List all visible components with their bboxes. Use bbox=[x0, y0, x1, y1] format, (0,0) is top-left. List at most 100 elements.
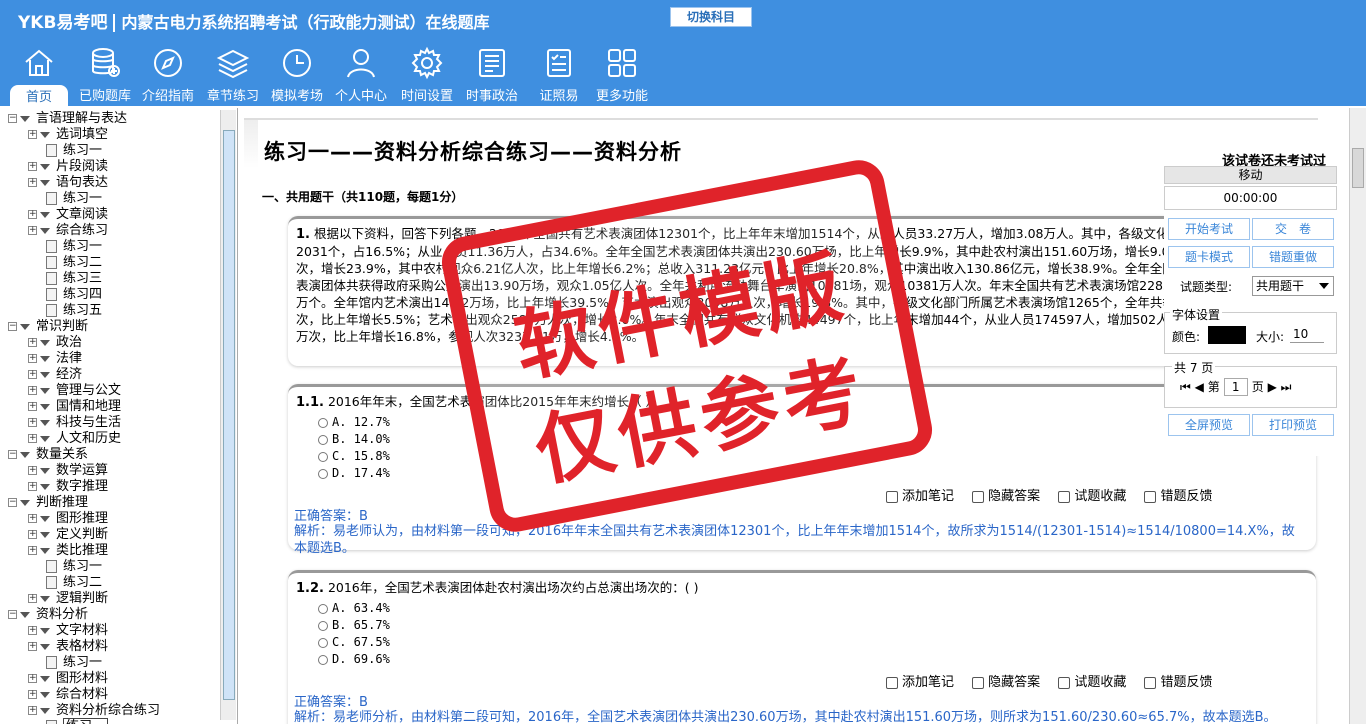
tree-node[interactable]: + 文章阅读 bbox=[28, 207, 108, 223]
tree-node[interactable]: + 语句表达 bbox=[28, 175, 108, 191]
tree-node[interactable]: + 数字推理 bbox=[28, 479, 108, 495]
expand-toggle-icon[interactable]: + bbox=[28, 338, 37, 347]
nav-time-settings[interactable]: 时间设置 bbox=[396, 46, 458, 104]
expand-toggle-icon[interactable]: + bbox=[28, 402, 37, 411]
tree-leaf[interactable]: 练习一 bbox=[46, 191, 102, 207]
option-d[interactable]: D. 69.6% bbox=[318, 652, 390, 666]
expand-toggle-icon[interactable]: + bbox=[28, 594, 37, 603]
hide-answer-button[interactable]: 隐藏答案 bbox=[972, 489, 1040, 504]
expand-toggle-icon[interactable]: + bbox=[28, 514, 37, 523]
option-a[interactable]: A. 12.7% bbox=[318, 415, 390, 429]
expand-toggle-icon[interactable]: + bbox=[28, 226, 37, 235]
tree-leaf[interactable]: 练习三 bbox=[46, 271, 102, 287]
nav-purchased[interactable]: 已购题库 bbox=[74, 46, 136, 104]
tree-node[interactable]: + 逻辑判断 bbox=[28, 591, 108, 607]
tree-node[interactable]: + 类比推理 bbox=[28, 543, 108, 559]
tree-node[interactable]: − 数量关系 bbox=[8, 447, 88, 463]
expand-toggle-icon[interactable]: + bbox=[28, 546, 37, 555]
tree-node[interactable]: + 图形材料 bbox=[28, 671, 108, 687]
tree-scrollbar[interactable] bbox=[220, 110, 236, 720]
nav-profile[interactable]: 个人中心 bbox=[330, 46, 392, 104]
nav-chapter[interactable]: 章节练习 bbox=[202, 46, 264, 104]
radio-button[interactable] bbox=[318, 603, 328, 614]
tree-leaf[interactable]: 练习一 bbox=[46, 143, 102, 159]
expand-toggle-icon[interactable]: + bbox=[28, 482, 37, 491]
option-a[interactable]: A. 63.4% bbox=[318, 601, 390, 615]
radio-button[interactable] bbox=[318, 654, 328, 665]
expand-toggle-icon[interactable]: + bbox=[28, 706, 37, 715]
expand-toggle-icon[interactable]: + bbox=[28, 530, 37, 539]
tree-node[interactable]: − 判断推理 bbox=[8, 495, 88, 511]
radio-button[interactable] bbox=[318, 637, 328, 648]
nav-mock-exam[interactable]: 模拟考场 bbox=[266, 46, 328, 104]
tree-leaf[interactable]: 练习一 bbox=[46, 718, 109, 724]
expand-toggle-icon[interactable]: + bbox=[28, 210, 37, 219]
expand-toggle-icon[interactable]: + bbox=[28, 370, 37, 379]
submit-button[interactable]: 交 卷 bbox=[1252, 218, 1334, 240]
expand-toggle-icon[interactable]: + bbox=[28, 690, 37, 699]
radio-button[interactable] bbox=[318, 451, 328, 462]
expand-toggle-icon[interactable]: + bbox=[28, 626, 37, 635]
redo-wrong-button[interactable]: 错题重做 bbox=[1252, 246, 1334, 268]
nav-zhengzhaoyi[interactable]: 证照易 bbox=[528, 46, 590, 104]
tree-node[interactable]: + 片段阅读 bbox=[28, 159, 108, 175]
tree-node[interactable]: + 数学运算 bbox=[28, 463, 108, 479]
tree-node[interactable]: + 综合练习 bbox=[28, 223, 108, 239]
tree-node[interactable]: + 法律 bbox=[28, 351, 82, 367]
add-note-button[interactable]: 添加笔记 bbox=[886, 675, 954, 690]
radio-button[interactable] bbox=[318, 417, 328, 428]
option-b[interactable]: B. 65.7% bbox=[318, 618, 390, 632]
expand-toggle-icon[interactable]: + bbox=[28, 386, 37, 395]
card-mode-button[interactable]: 题卡模式 bbox=[1168, 246, 1250, 268]
tree-node[interactable]: + 科技与生活 bbox=[28, 415, 121, 431]
expand-toggle-icon[interactable]: − bbox=[8, 114, 17, 123]
favorite-button[interactable]: 试题收藏 bbox=[1058, 489, 1126, 504]
main-scrollbar[interactable] bbox=[1349, 108, 1366, 724]
start-exam-button[interactable]: 开始考试 bbox=[1168, 218, 1250, 240]
hide-answer-button[interactable]: 隐藏答案 bbox=[972, 675, 1040, 690]
expand-toggle-icon[interactable]: + bbox=[28, 130, 37, 139]
tree-node[interactable]: + 人文和历史 bbox=[28, 431, 121, 447]
tree-node[interactable]: + 图形推理 bbox=[28, 511, 108, 527]
tree-leaf[interactable]: 练习一 bbox=[46, 559, 102, 575]
tree-node[interactable]: + 选词填空 bbox=[28, 127, 108, 143]
next-page-icon[interactable]: ▶ bbox=[1268, 380, 1277, 394]
radio-button[interactable] bbox=[318, 434, 328, 445]
tree-leaf[interactable]: 练习四 bbox=[46, 287, 102, 303]
report-error-button[interactable]: 错题反馈 bbox=[1144, 489, 1212, 504]
option-b[interactable]: B. 14.0% bbox=[318, 432, 390, 446]
add-note-button[interactable]: 添加笔记 bbox=[886, 489, 954, 504]
option-c[interactable]: C. 15.8% bbox=[318, 449, 390, 463]
expand-toggle-icon[interactable]: + bbox=[28, 162, 37, 171]
prev-page-icon[interactable]: ◀ bbox=[1195, 380, 1204, 394]
expand-toggle-icon[interactable]: + bbox=[28, 418, 37, 427]
print-preview-button[interactable]: 打印预览 bbox=[1252, 414, 1334, 436]
expand-toggle-icon[interactable]: + bbox=[28, 466, 37, 475]
fullscreen-preview-button[interactable]: 全屏预览 bbox=[1168, 414, 1250, 436]
font-size-input[interactable]: 10 bbox=[1290, 327, 1324, 343]
first-page-icon[interactable]: ⏮ bbox=[1180, 380, 1191, 394]
tree-node[interactable]: − 常识判断 bbox=[8, 319, 88, 335]
tree-leaf[interactable]: 练习二 bbox=[46, 255, 102, 271]
report-error-button[interactable]: 错题反馈 bbox=[1144, 675, 1212, 690]
last-page-icon[interactable]: ⏭ bbox=[1281, 380, 1292, 394]
tree-leaf[interactable]: 练习一 bbox=[46, 239, 102, 255]
tree-leaf[interactable]: 练习五 bbox=[46, 303, 102, 319]
tree-node[interactable]: + 定义判断 bbox=[28, 527, 108, 543]
expand-toggle-icon[interactable]: + bbox=[28, 642, 37, 651]
main-scroll-thumb[interactable] bbox=[1352, 148, 1364, 188]
nav-more[interactable]: 更多功能 bbox=[591, 46, 653, 104]
expand-toggle-icon[interactable]: − bbox=[8, 450, 17, 459]
tree-node[interactable]: + 资料分析综合练习 bbox=[28, 703, 160, 719]
expand-toggle-icon[interactable]: + bbox=[28, 178, 37, 187]
tree-leaf[interactable]: 练习二 bbox=[46, 575, 102, 591]
nav-guide[interactable]: 介绍指南 bbox=[137, 46, 199, 104]
tree-node[interactable]: + 表格材料 bbox=[28, 639, 108, 655]
expand-toggle-icon[interactable]: + bbox=[28, 354, 37, 363]
font-color-picker[interactable] bbox=[1208, 326, 1246, 344]
tree-node[interactable]: + 文字材料 bbox=[28, 623, 108, 639]
tree-node[interactable]: − 言语理解与表达 bbox=[8, 111, 127, 127]
tree-node[interactable]: + 经济 bbox=[28, 367, 82, 383]
tree-node[interactable]: + 综合材料 bbox=[28, 687, 108, 703]
nav-home[interactable]: 首页 bbox=[8, 46, 70, 106]
